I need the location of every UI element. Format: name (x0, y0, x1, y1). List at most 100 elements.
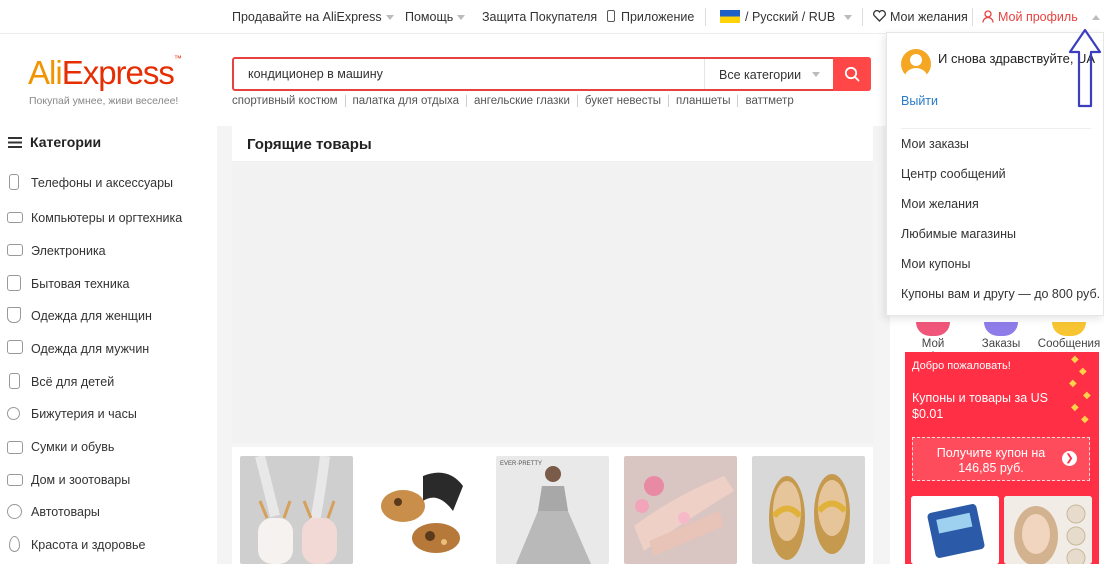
divider (862, 8, 863, 26)
divider (901, 128, 1091, 129)
hot-word-link[interactable]: ваттметр (737, 95, 800, 107)
category-label: Одежда для мужчин (31, 342, 150, 356)
hot-word-link[interactable]: планшеты (668, 95, 737, 107)
divider (705, 8, 706, 26)
category-item-appliances[interactable]: Бытовая техника (0, 269, 217, 299)
messages-circle-icon (1052, 322, 1086, 336)
hot-word-link[interactable]: букет невесты (576, 95, 668, 107)
product-image-dress: EVER·PRETTY (496, 456, 609, 564)
chevron-down-icon (385, 15, 394, 21)
slogan: Покупай умнее, живи веселее! (29, 95, 179, 107)
language-label: / Русский / (745, 10, 806, 24)
category-item-women[interactable]: Одежда для женщин (0, 301, 217, 331)
category-item-men[interactable]: Одежда для мужчин (0, 334, 217, 364)
menu-item-invite-coupons[interactable]: Купоны вам и другу — до 800 руб. (901, 287, 1100, 301)
sparkle-icon: ◆ (1071, 402, 1079, 413)
hot-products-header: Горящие товары (232, 126, 873, 162)
menu-icon (8, 137, 22, 148)
appliance-icon (7, 275, 21, 291)
drop-icon (9, 536, 20, 552)
menu-item-my-coupons[interactable]: Мои купоны (901, 257, 970, 271)
promo-product-beauty[interactable] (1004, 496, 1092, 564)
chevron-up-icon (1091, 15, 1100, 21)
quick-link-orders[interactable]: Заказы (969, 322, 1033, 351)
promo-title: Купоны и товары за US $0.01 (912, 391, 1048, 421)
sell-on-aliexpress-link[interactable]: Продавайте на AliExpress (232, 10, 394, 24)
menu-item-message-center[interactable]: Центр сообщений (901, 167, 1006, 181)
laptop-icon (7, 212, 23, 223)
quick-link-messages[interactable]: Сообщения (1037, 322, 1101, 351)
app-link[interactable]: Приложение (607, 10, 694, 24)
hot-products-title: Горящие товары (247, 136, 372, 153)
category-item-computers[interactable]: Компьютеры и оргтехника (0, 203, 217, 233)
category-item-home[interactable]: Дом и зоотовары (0, 465, 217, 495)
category-label: Всё для детей (31, 375, 115, 389)
hot-word-link[interactable]: ангельские глазки (466, 95, 577, 107)
sparkle-icon: ◆ (1071, 354, 1079, 365)
wheel-icon (7, 504, 22, 519)
logout-link[interactable]: Выйти (901, 94, 938, 108)
category-label: Электроника (31, 244, 106, 258)
product-card[interactable] (368, 456, 481, 564)
product-card[interactable] (624, 456, 737, 564)
category-item-phones[interactable]: Телефоны и аксессуары (0, 168, 217, 198)
sparkle-icon: ◆ (1083, 390, 1091, 401)
ukraine-flag-icon (720, 10, 740, 23)
profile-label: Мой профиль (998, 10, 1078, 24)
category-label: Бижутерия и часы (31, 407, 137, 421)
product-row: EVER·PRETTY (232, 447, 873, 564)
product-image-flower-sandals (624, 456, 737, 564)
product-card[interactable] (752, 456, 865, 564)
page: Продавайте на AliExpress Помощь Защита П… (0, 0, 1104, 564)
heart-icon (873, 9, 886, 22)
wishlist-label: Мои желания (890, 10, 968, 24)
search-button[interactable] (833, 57, 871, 91)
aliexpress-logo[interactable]: AliExpress™ (28, 54, 182, 92)
promo-product-memory-card[interactable] (911, 496, 999, 564)
search-icon (844, 66, 860, 82)
category-item-kids[interactable]: Всё для детей (0, 367, 217, 397)
currency-label: RUB (808, 10, 836, 24)
product-card[interactable] (240, 456, 353, 564)
sparkle-icon: ◆ (1069, 378, 1077, 389)
hot-word-link[interactable]: спортивный костюм (232, 95, 345, 107)
buyer-protection-link[interactable]: Защита Покупателя (482, 10, 597, 24)
category-item-electronics[interactable]: Электроника (0, 236, 217, 266)
language-currency-selector[interactable]: / Русский / RUB (720, 10, 853, 24)
category-label: Сумки и обувь (31, 440, 115, 454)
menu-item-my-orders[interactable]: Мои заказы (901, 137, 969, 151)
categories-header: Категории (0, 126, 217, 158)
camera-icon (7, 244, 23, 256)
hot-word-link[interactable]: палатка для отдыха (344, 95, 466, 107)
category-item-beauty[interactable]: Красота и здоровье (0, 530, 217, 560)
category-item-bags[interactable]: Сумки и обувь (0, 432, 217, 462)
wishlist-link[interactable]: Мои желания (873, 9, 968, 24)
help-link[interactable]: Помощь (405, 10, 466, 24)
shirt-icon (7, 340, 23, 354)
logo-ali-text: Ali (28, 54, 63, 91)
search-bar: Все категории (232, 57, 871, 91)
user-avatar-icon (904, 54, 928, 79)
search-category-label: Все категории (719, 68, 802, 82)
product-image-humidifier (240, 456, 353, 564)
category-label: Одежда для женщин (31, 309, 152, 323)
logo-express-text: Express (61, 54, 175, 91)
category-item-jewelry[interactable]: Бижутерия и часы (0, 399, 217, 429)
promo-banner[interactable]: Добро пожаловать! Купоны и товары за US … (905, 352, 1099, 564)
category-label: Дом и зоотовары (31, 473, 131, 487)
menu-item-wishlist[interactable]: Мои желания (901, 197, 979, 211)
phone-icon (607, 10, 615, 22)
coupon-button[interactable]: Получите купон на 146,85 руб. ❯ (912, 437, 1090, 481)
search-category-select[interactable]: Все категории (704, 59, 832, 89)
category-item-auto[interactable]: Автотовары (0, 497, 217, 527)
category-label: Телефоны и аксессуары (31, 176, 174, 190)
orders-circle-icon (984, 322, 1018, 336)
my-profile-link[interactable]: Мой профиль (982, 10, 1100, 24)
phone-icon (9, 174, 19, 190)
user-icon (982, 10, 994, 23)
app-label: Приложение (621, 10, 695, 24)
product-card[interactable]: EVER·PRETTY (496, 456, 609, 564)
search-input[interactable] (248, 67, 698, 81)
category-label: Автотовары (31, 505, 100, 519)
menu-item-favorite-stores[interactable]: Любимые магазины (901, 227, 1016, 241)
